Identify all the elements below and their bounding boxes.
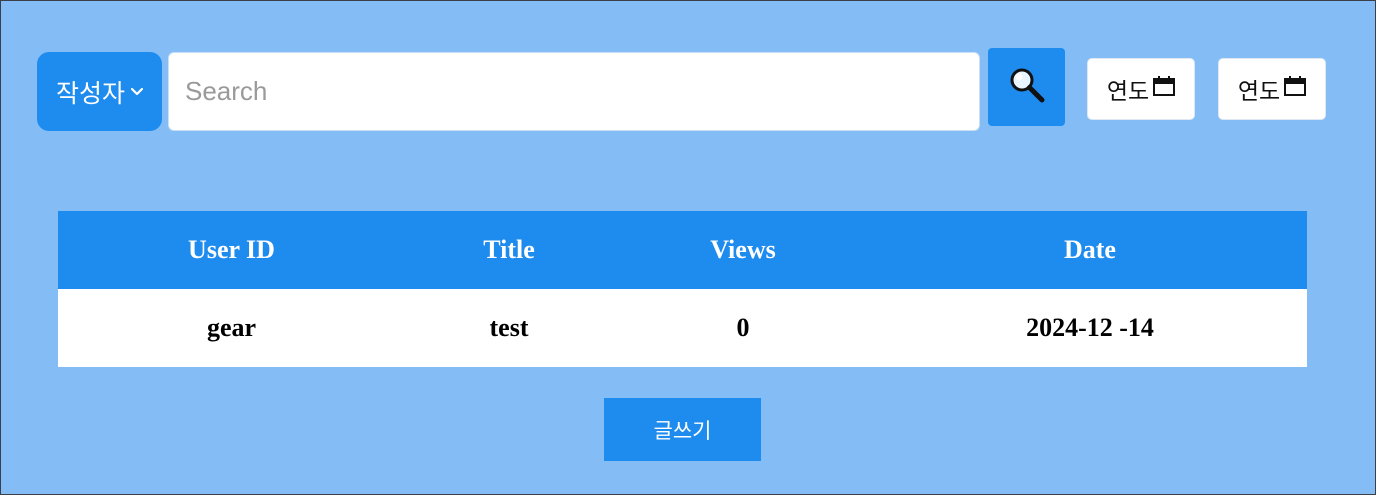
magnifier-icon [1007,65,1047,109]
column-header-title: Title [405,211,613,289]
chevron-down-icon [130,84,144,100]
calendar-icon [1284,76,1307,102]
search-field-select-value: 작성자 [55,78,125,108]
date-end-label: 연도 [1237,79,1281,105]
search-placeholder: Search [185,76,268,106]
search-input[interactable]: Search [168,52,980,131]
search-field-select[interactable]: 작성자 [37,52,162,131]
post-table: User ID Title Views Date gear test 0 202… [58,211,1307,367]
date-start-input[interactable]: 연도 [1087,58,1195,120]
calendar-icon [1153,76,1176,102]
date-start-label: 연도 [1106,79,1150,105]
cell-date: 2024-12 -14 [873,289,1307,367]
cell-title[interactable]: test [405,289,613,367]
column-header-date: Date [873,211,1307,289]
write-post-label: 글쓰기 [653,418,712,443]
column-header-user-id: User ID [58,211,405,289]
table-header-row: User ID Title Views Date [58,211,1307,289]
cell-user-id: gear [58,289,405,367]
search-button[interactable] [988,48,1065,126]
column-header-views: Views [613,211,873,289]
table-row[interactable]: gear test 0 2024-12 -14 [58,289,1307,367]
cell-views: 0 [613,289,873,367]
write-post-button[interactable]: 글쓰기 [604,398,761,461]
page-frame: 작성자 Search 연도 연도 User ID Title Views Dat… [0,0,1376,495]
date-end-input[interactable]: 연도 [1218,58,1326,120]
